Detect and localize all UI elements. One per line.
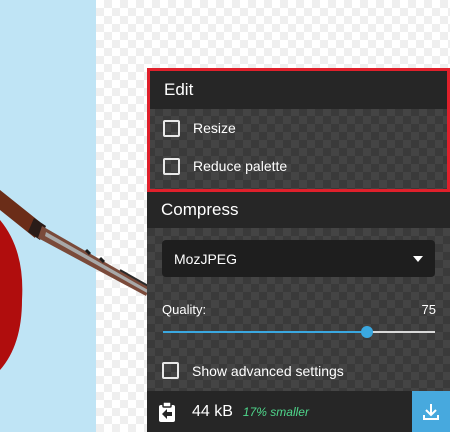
advanced-settings-checkbox[interactable] <box>162 362 179 379</box>
reduce-palette-option[interactable]: Reduce palette <box>150 147 447 185</box>
reduce-palette-label: Reduce palette <box>193 158 288 174</box>
codec-select-value: MozJPEG <box>174 250 238 267</box>
options-panel: Edit Resize Reduce palette Compress MozJ… <box>147 68 450 432</box>
download-button[interactable] <box>412 391 450 432</box>
reduce-palette-checkbox[interactable] <box>163 157 180 175</box>
copy-to-other-side-icon[interactable] <box>157 400 177 423</box>
compress-section-title: Compress <box>147 192 450 228</box>
slider-thumb[interactable] <box>361 326 373 338</box>
quality-slider[interactable] <box>163 324 435 340</box>
advanced-settings-option[interactable]: Show advanced settings <box>162 362 344 379</box>
size-savings: 17% smaller <box>242 404 309 419</box>
quality-label: Quality: <box>162 302 207 317</box>
quality-value[interactable]: 75 <box>422 302 436 317</box>
results-bar: 44 kB 17% smaller <box>147 391 450 432</box>
download-icon <box>423 403 439 420</box>
edit-section-highlight: Edit Resize Reduce palette <box>147 68 450 192</box>
slider-fill <box>163 331 367 333</box>
resize-option[interactable]: Resize <box>150 109 447 147</box>
advanced-settings-label: Show advanced settings <box>192 362 344 379</box>
edit-section-title: Edit <box>150 71 447 109</box>
resize-label: Resize <box>193 120 236 136</box>
output-file-size: 44 kB <box>192 402 233 420</box>
resize-checkbox[interactable] <box>163 119 180 137</box>
quality-row: Quality: 75 <box>162 302 436 317</box>
chevron-down-icon <box>413 255 423 262</box>
codec-select[interactable]: MozJPEG <box>162 240 435 277</box>
